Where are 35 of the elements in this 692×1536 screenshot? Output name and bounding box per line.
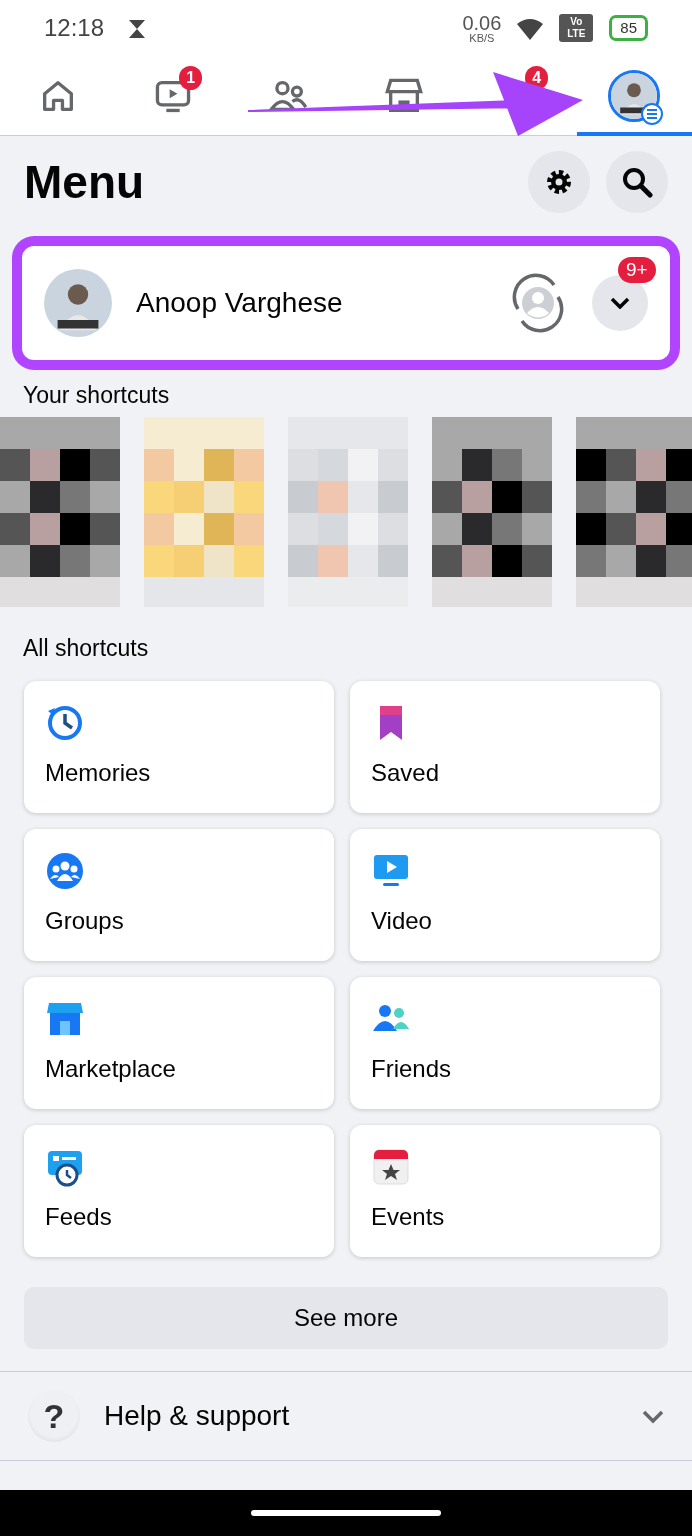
shortcut-card[interactable]: Saved bbox=[350, 681, 660, 813]
section-title: Your shortcuts bbox=[22, 381, 171, 410]
see-more-button[interactable]: See more bbox=[24, 1287, 668, 1349]
shortcut-card[interactable]: Feeds bbox=[24, 1125, 334, 1257]
shortcut-card[interactable]: Video bbox=[350, 829, 660, 961]
tab-button[interactable] bbox=[608, 70, 661, 122]
profile-name: Anoop Varghese bbox=[136, 286, 343, 320]
speed-unit: KB/S bbox=[469, 32, 495, 44]
chevron-down-icon bbox=[610, 297, 630, 309]
shortcut-card[interactable]: Marketplace bbox=[24, 977, 334, 1109]
search-icon bbox=[621, 166, 653, 198]
wifi-icon bbox=[517, 17, 544, 40]
group-icon bbox=[45, 851, 85, 891]
shortcut-card[interactable]: Events bbox=[350, 1125, 660, 1257]
page-title: Menu bbox=[24, 154, 145, 210]
help-label: Help & support bbox=[104, 1399, 290, 1433]
clock-time: 12:18 bbox=[44, 13, 105, 43]
profile-card[interactable]: Anoop Varghese 9+ bbox=[22, 246, 670, 360]
battery-level: 85 bbox=[609, 15, 648, 41]
shortcut-card[interactable]: Memories bbox=[24, 681, 334, 813]
clock-icon bbox=[45, 703, 85, 743]
avatar bbox=[611, 73, 658, 119]
shortcut-card[interactable]: Friends bbox=[350, 977, 660, 1109]
help-row[interactable]: ? Help & support bbox=[0, 1371, 692, 1461]
shortcut-card[interactable]: Groups bbox=[24, 829, 334, 961]
notification-count: 9+ bbox=[618, 257, 656, 283]
calendar-icon bbox=[371, 1147, 411, 1187]
notification-count: 1 bbox=[179, 66, 203, 90]
hourglass-icon bbox=[128, 18, 147, 39]
network-speed: 0.06 bbox=[462, 12, 502, 33]
profile-avatar bbox=[44, 269, 112, 337]
menu-icon bbox=[641, 103, 664, 125]
network-type: Vo LTE bbox=[559, 14, 594, 42]
section-title: All shortcuts bbox=[22, 633, 150, 663]
expand-button[interactable] bbox=[592, 275, 648, 331]
